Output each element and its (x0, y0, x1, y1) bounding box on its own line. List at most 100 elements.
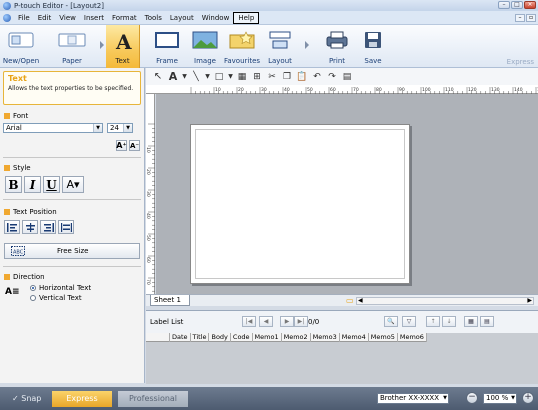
express-mode-button[interactable]: Express (52, 391, 112, 407)
search-icon[interactable]: 🔍 (384, 316, 398, 327)
column-header[interactable]: Code (231, 333, 253, 342)
menu-format[interactable]: Format (108, 13, 141, 23)
menu-view[interactable]: View (55, 13, 80, 23)
decrease-font-size-button[interactable]: A⁻ (129, 140, 140, 151)
rectangle-tool-icon[interactable]: □ (213, 71, 225, 82)
professional-mode-button[interactable]: Professional (118, 391, 188, 407)
text-effect-button[interactable]: A▾ (62, 176, 84, 193)
align-center-button[interactable] (22, 220, 38, 234)
line-tool-icon[interactable]: ╲ (190, 71, 202, 82)
zoom-in-icon[interactable]: + (522, 392, 534, 404)
scroll-left-icon[interactable]: ◀ (358, 297, 363, 304)
column-header[interactable]: Memo2 (282, 333, 311, 342)
bold-button[interactable]: B (5, 176, 22, 193)
minimize-icon[interactable]: – (498, 1, 510, 9)
printer-select[interactable]: Brother XX-XXXX ▼ (377, 393, 449, 404)
menu-window[interactable]: Window (198, 13, 234, 23)
snap-mode-button[interactable]: ✓ Snap (4, 391, 49, 407)
align-right-button[interactable] (40, 220, 56, 234)
layout-button[interactable]: Layout (264, 25, 296, 68)
express-mode-label: Express (506, 58, 534, 66)
justify-button[interactable] (58, 220, 74, 234)
record-count: 0/0 (308, 318, 320, 326)
increase-font-size-button[interactable]: A⁺ (116, 140, 127, 151)
print-button[interactable]: Print (320, 25, 354, 68)
window-title: P-touch Editor - [Layout2] (14, 1, 104, 10)
table-tool-icon[interactable]: ▦ (236, 71, 248, 82)
menu-insert[interactable]: Insert (80, 13, 108, 23)
document-icon[interactable] (3, 14, 11, 22)
align-left-button[interactable] (4, 220, 20, 234)
underline-icon: U (46, 177, 57, 192)
menu-tools[interactable]: Tools (141, 13, 166, 23)
menu-layout[interactable]: Layout (166, 13, 198, 23)
cut-icon[interactable]: ✂ (266, 71, 278, 82)
text-button[interactable]: A Text (106, 25, 140, 68)
properties-icon[interactable]: ▤ (341, 71, 353, 82)
font-size-select[interactable]: 24 ▼ (107, 123, 133, 133)
doc-minimize-icon[interactable]: – (515, 14, 525, 22)
next-record-icon[interactable]: ▶ (280, 316, 294, 327)
column-header[interactable]: Memo1 (253, 333, 282, 342)
chevron-down-icon[interactable]: ▼ (228, 71, 233, 82)
chevron-down-icon[interactable]: ▼ (205, 71, 210, 82)
ruler-tick-label: 80 (376, 87, 382, 93)
free-size-button[interactable]: ABC Free Size (4, 243, 140, 259)
italic-button[interactable]: I (24, 176, 41, 193)
snap-icon: ✓ (12, 394, 19, 403)
align-objects-icon[interactable]: ⊞ (251, 71, 263, 82)
menu-file[interactable]: File (14, 13, 34, 23)
doc-restore-icon[interactable]: ▫ (526, 14, 536, 22)
menu-edit[interactable]: Edit (34, 13, 56, 23)
zoom-select[interactable]: 100 % ▼ (483, 393, 517, 404)
column-header[interactable]: Title (191, 333, 210, 342)
sheet-tab[interactable]: Sheet 1 (150, 295, 190, 306)
first-record-icon[interactable]: |◀ (242, 316, 256, 327)
horizontal-scrollbar[interactable]: ◀ ▶ (356, 297, 534, 305)
menu-help[interactable]: Help (233, 11, 260, 24)
ruler-tick-label: 120 (468, 87, 477, 93)
text-icon: A (115, 31, 132, 51)
section-bullet-icon (4, 274, 10, 280)
frame-button[interactable]: Frame (150, 25, 184, 68)
undo-icon[interactable]: ↶ (311, 71, 323, 82)
save-button[interactable]: Save (358, 25, 388, 68)
select-pointer-icon[interactable]: ↖ (152, 71, 164, 82)
image-button[interactable]: Image (188, 25, 222, 68)
chevron-down-icon[interactable]: ▼ (182, 71, 187, 82)
vertical-text-radio[interactable]: Vertical Text (30, 294, 82, 302)
new-open-button[interactable]: New/Open (3, 25, 39, 68)
close-icon[interactable]: × (524, 1, 536, 9)
favourites-button[interactable]: Favourites (222, 25, 262, 68)
paste-icon[interactable]: 📋 (296, 71, 308, 82)
chevron-down-icon: ▼ (511, 395, 515, 401)
column-header[interactable]: Memo4 (340, 333, 369, 342)
column-header[interactable]: Memo3 (311, 333, 340, 342)
favourites-icon (229, 31, 255, 49)
copy-icon[interactable]: ❐ (281, 71, 293, 82)
underline-button[interactable]: U (43, 176, 60, 193)
sort-ascending-icon[interactable]: ↑ (426, 316, 440, 327)
prev-record-icon[interactable]: ◀ (259, 316, 273, 327)
last-record-icon[interactable]: ▶| (294, 316, 308, 327)
column-header[interactable]: Body (209, 333, 231, 342)
sort-descending-icon[interactable]: ↓ (442, 316, 456, 327)
maximize-icon[interactable]: □ (511, 1, 523, 9)
redo-icon[interactable]: ↷ (326, 71, 338, 82)
zoom-out-icon[interactable]: − (466, 392, 478, 404)
form-view-icon[interactable]: ▤ (480, 316, 494, 327)
font-name-select[interactable]: Arial ▼ (3, 123, 103, 133)
filter-icon[interactable]: ▽ (402, 316, 416, 327)
label-page[interactable] (190, 124, 410, 284)
column-header[interactable]: Memo6 (398, 333, 427, 342)
column-header[interactable]: Memo5 (369, 333, 398, 342)
horizontal-ruler: 102030405060708090100110120130140150 (146, 85, 538, 94)
grid-view-icon[interactable]: ▦ (464, 316, 478, 327)
horizontal-ruler-ticks: 102030405060708090100110120130140150 (190, 87, 538, 94)
scroll-right-icon[interactable]: ▶ (527, 297, 532, 304)
paper-button[interactable]: Paper (52, 25, 92, 68)
text-tool-icon[interactable]: A (167, 70, 179, 83)
horizontal-text-radio[interactable]: Horizontal Text (30, 284, 91, 292)
column-header[interactable]: Date (170, 333, 191, 342)
ruler-tick-label: 110 (445, 87, 454, 93)
